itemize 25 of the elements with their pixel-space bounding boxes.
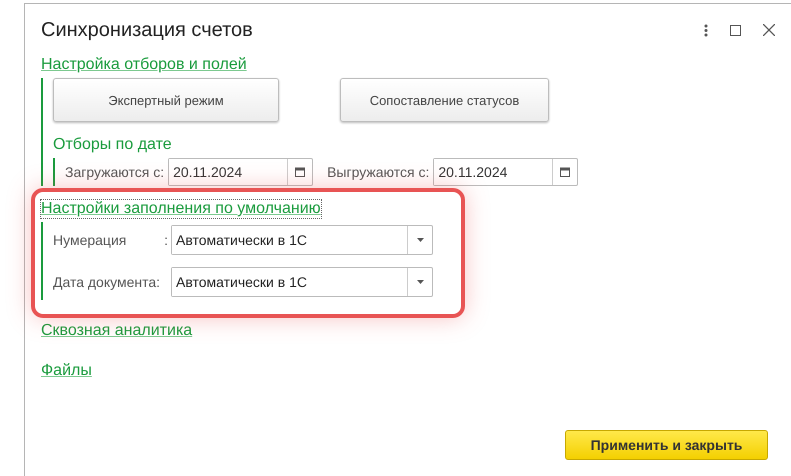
section-link[interactable]: Настройки заполнения по умолчанию: [41, 200, 321, 218]
field-label: Загружаются с:: [65, 164, 164, 180]
field-label: Нумерация: [53, 232, 126, 248]
calendar-icon[interactable]: [560, 167, 570, 177]
select-field[interactable]: Автоматически в 1С: [171, 267, 433, 297]
field-label: Дата документа:: [53, 274, 160, 290]
calendar-icon[interactable]: [295, 167, 306, 177]
dropdown-caret-icon[interactable]: [416, 238, 424, 242]
date-field[interactable]: 20.11.2024: [168, 158, 314, 186]
action-button[interactable]: Экспертный режим: [53, 78, 279, 122]
field-label: Выгружаются с:: [327, 164, 430, 180]
group-title: Отборы по дате: [53, 136, 173, 154]
close-icon[interactable]: [763, 24, 775, 36]
dropdown-caret-icon[interactable]: [416, 280, 424, 284]
action-button[interactable]: Сопоставление статусов: [340, 78, 549, 122]
section-link[interactable]: Сквозная аналитика: [41, 322, 192, 340]
colon-text: :: [164, 232, 168, 248]
window-title: Синхронизация счетов: [41, 18, 254, 42]
apply-close-button[interactable]: Применить и закрыть: [565, 430, 768, 460]
more-icon[interactable]: [704, 24, 708, 36]
select-field[interactable]: Автоматически в 1С: [171, 225, 433, 255]
section-link[interactable]: Файлы: [41, 362, 92, 380]
date-field[interactable]: 20.11.2024: [433, 158, 578, 186]
maximize-icon[interactable]: [730, 24, 741, 36]
section-link[interactable]: Настройка отборов и полей: [41, 56, 247, 74]
